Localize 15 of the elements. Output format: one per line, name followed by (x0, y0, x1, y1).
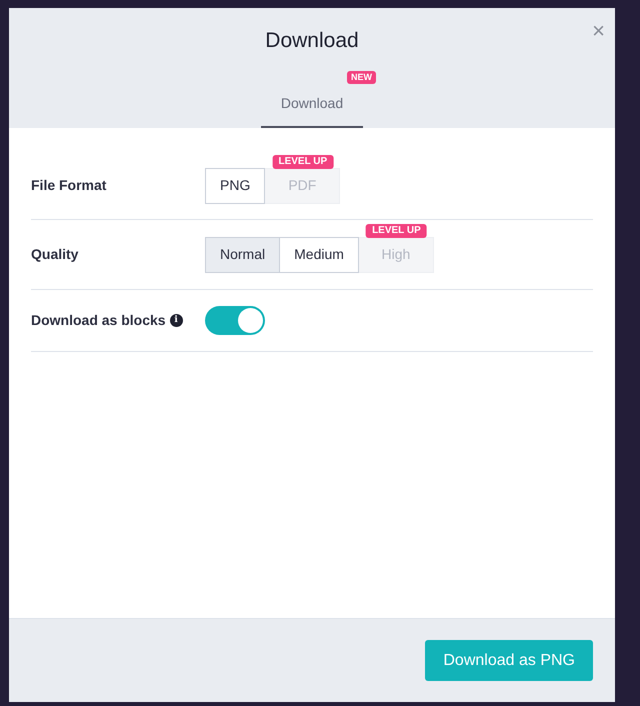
setting-label: Download as blocks (31, 311, 166, 330)
option-button[interactable]: Normal (205, 236, 280, 272)
new-badge: NEW (347, 71, 376, 84)
setting-label: File Format (31, 176, 106, 195)
tab[interactable]: Download (261, 79, 363, 128)
option-button[interactable]: Medium (279, 236, 359, 272)
level-up-badge: LEVEL UP (366, 224, 427, 238)
setting-label: Quality (31, 245, 78, 264)
toggle-switch[interactable] (205, 306, 265, 335)
download-button[interactable]: Download as PNG (425, 640, 593, 681)
info-icon[interactable]: i (170, 314, 183, 327)
close-button[interactable]: × (588, 20, 609, 42)
level-up-badge: LEVEL UP (272, 154, 334, 168)
dialog-title: Download (265, 28, 359, 54)
option-button[interactable]: PNG (205, 168, 266, 204)
